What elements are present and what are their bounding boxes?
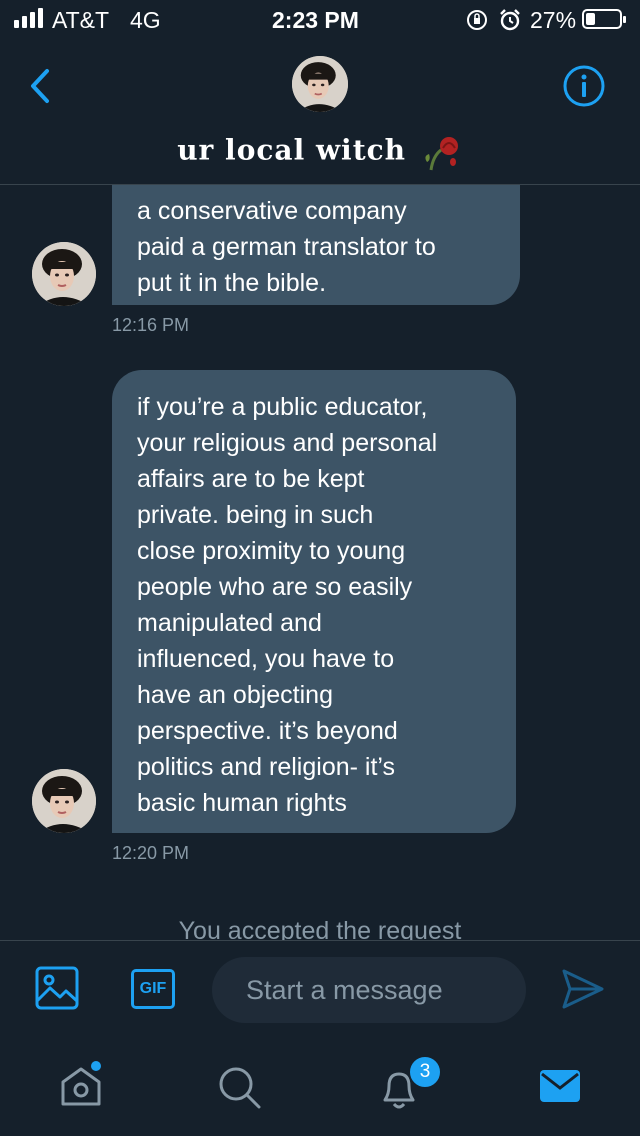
network-label: 4G [130, 7, 161, 33]
message-line: basic human rights [137, 789, 347, 817]
chevron-left-icon[interactable] [22, 66, 62, 106]
wilted-rose-icon [425, 137, 458, 171]
status-bar: AT&T 4G 2:23 PM 27% [0, 0, 640, 40]
message-timestamp: 12:16 PM [112, 315, 190, 335]
message-line: manipulated and [137, 609, 322, 637]
notification-badge: 3 [408, 1055, 442, 1089]
message-bubble[interactable]: a conservative company paid a german tra… [112, 185, 520, 305]
message-list[interactable]: a conservative company paid a german tra… [0, 185, 640, 940]
gif-label: GIF [139, 980, 167, 997]
info-icon[interactable] [562, 64, 606, 108]
orientation-lock-icon [467, 10, 487, 30]
avatar[interactable] [32, 242, 96, 306]
image-icon[interactable] [34, 965, 80, 1011]
conversation-title: ur local witch [0, 132, 640, 172]
message-timestamp: 12:20 PM [112, 843, 190, 863]
request-accepted-notice: You accepted the request [178, 917, 462, 940]
message-line: people who are so easily [137, 573, 413, 601]
carrier-label: AT&T [52, 7, 110, 33]
battery-icon [582, 9, 626, 29]
alarm-icon [500, 9, 520, 31]
message-line: influenced, you have to [137, 645, 395, 673]
message-line: paid a german translator to [137, 233, 436, 261]
tab-bar: 3 [0, 1036, 640, 1136]
avatar[interactable] [292, 56, 348, 112]
messages-envelope-icon[interactable] [538, 1068, 582, 1104]
message-line: affairs are to be kept [137, 465, 365, 493]
gif-button[interactable]: GIF [131, 969, 175, 1009]
message-line: put it in the bible. [137, 269, 327, 297]
battery-percent: 27% [530, 7, 577, 33]
message-line: have an objecting [137, 681, 333, 709]
message-bubble[interactable]: if you’re a public educator, your religi… [112, 370, 516, 833]
search-icon[interactable] [216, 1064, 262, 1110]
message-line: close proximity to young [137, 537, 406, 565]
message-line: private. being in such [137, 501, 374, 529]
message-line: politics and religion- it’s [137, 753, 395, 781]
message-composer: GIF [0, 940, 640, 1037]
message-line: a conservative company [137, 197, 407, 225]
message-line: your religious and personal [137, 429, 438, 457]
avatar[interactable] [32, 769, 96, 833]
message-input[interactable] [212, 957, 526, 1023]
home-icon[interactable] [56, 1060, 106, 1110]
message-line: if you’re a public educator, [137, 393, 428, 421]
conversation-header: ur local witch [0, 40, 640, 185]
contact-name: ur local witch [177, 133, 407, 167]
clock: 2:23 PM [272, 7, 359, 33]
send-icon[interactable] [560, 967, 606, 1011]
message-line: perspective. it’s beyond [137, 717, 398, 745]
